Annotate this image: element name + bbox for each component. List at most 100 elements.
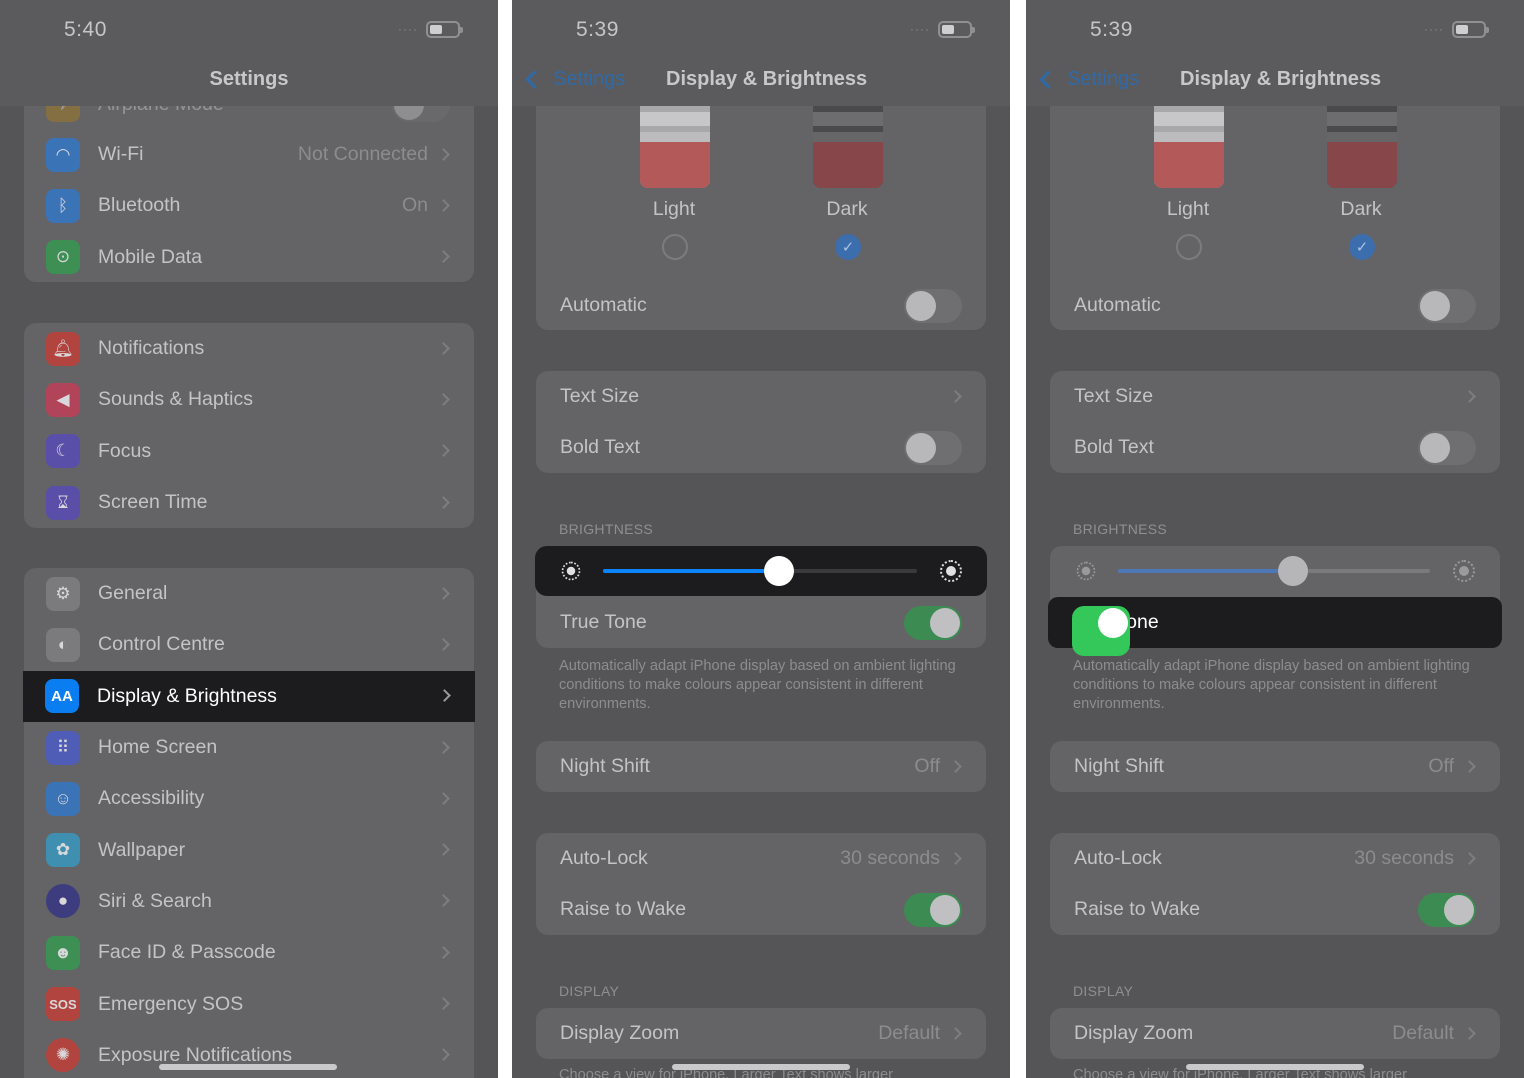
light-label: Light xyxy=(1166,198,1210,220)
night-shift-row[interactable]: Night Shift Off xyxy=(536,741,986,792)
auto-lock-row[interactable]: Auto-Lock 30 seconds xyxy=(1050,833,1500,884)
settings-row-notifications[interactable]: 🔔︎ Notifications xyxy=(24,323,474,374)
automatic-toggle[interactable] xyxy=(1418,288,1476,323)
true-tone-toggle[interactable] xyxy=(904,605,962,640)
row-label: Display Zoom xyxy=(560,1022,680,1045)
settings-row-general[interactable]: ⚙ General xyxy=(24,568,474,619)
automatic-toggle[interactable] xyxy=(904,288,962,323)
settings-row-display-brightness[interactable]: AA Display & Brightness xyxy=(23,670,475,722)
row-value: Off xyxy=(914,755,940,778)
settings-row-wallpaper[interactable]: ✿ Wallpaper xyxy=(24,824,474,875)
raise-to-wake-toggle[interactable] xyxy=(904,892,962,927)
automatic-row: Automatic xyxy=(1050,280,1500,331)
brightness-fill xyxy=(1118,569,1293,573)
sos-icon: SOS xyxy=(46,987,80,1022)
chevron-right-icon xyxy=(1463,759,1476,773)
night-shift-row[interactable]: Night Shift Off xyxy=(1050,741,1500,792)
row-label: Notifications xyxy=(98,337,205,360)
back-label: Settings xyxy=(553,68,626,90)
chevron-right-icon xyxy=(1463,389,1476,403)
chevron-right-icon xyxy=(437,997,450,1010)
row-label: Text Size xyxy=(1074,385,1154,408)
settings-row-siri[interactable]: ● Siri & Search xyxy=(24,876,474,927)
chevron-right-icon xyxy=(437,586,450,600)
raise-to-wake-row: Raise to Wake xyxy=(536,884,986,935)
chevron-left-icon xyxy=(1039,70,1058,89)
dark-mode-preview[interactable] xyxy=(1327,98,1397,188)
brightness-slider[interactable] xyxy=(603,556,917,586)
row-value: Default xyxy=(1392,1022,1454,1045)
home-indicator[interactable] xyxy=(672,1064,850,1070)
text-size-row[interactable]: Text Size xyxy=(1050,371,1500,422)
speaker-icon: ◀︎ xyxy=(46,382,80,417)
status-bar: 5:39 ···· xyxy=(512,0,1010,56)
settings-row-home-screen[interactable]: ⠿ Home Screen xyxy=(24,722,474,773)
status-time: 5:39 xyxy=(1090,18,1133,41)
settings-row-sounds[interactable]: ◀︎ Sounds & Haptics xyxy=(24,374,474,425)
brightness-thumb[interactable] xyxy=(1277,556,1308,586)
home-indicator[interactable] xyxy=(159,1064,337,1070)
dark-radio-checked[interactable]: ✓ xyxy=(835,234,861,260)
chevron-right-icon xyxy=(1463,851,1476,865)
home-indicator[interactable] xyxy=(1186,1064,1364,1070)
auto-lock-row[interactable]: Auto-Lock 30 seconds xyxy=(536,833,986,884)
status-bar: 5:39 ···· xyxy=(1026,0,1524,56)
navigation-bar: 5:40 ···· Settings xyxy=(0,0,498,106)
battery-icon xyxy=(426,21,463,38)
back-button[interactable]: Settings xyxy=(525,68,626,91)
back-button[interactable]: Settings xyxy=(1039,68,1139,91)
bell-icon: 🔔︎ xyxy=(46,331,80,366)
settings-row-accessibility[interactable]: ☺ Accessibility xyxy=(24,773,474,824)
settings-row-bluetooth[interactable]: ᛒ Bluetooth On xyxy=(24,180,474,231)
display-zoom-row[interactable]: Display Zoom Default xyxy=(1050,1008,1500,1059)
bold-text-toggle[interactable] xyxy=(1418,430,1476,465)
dark-mode-preview[interactable] xyxy=(813,98,883,188)
text-group: Text Size Bold Text xyxy=(536,371,986,473)
light-radio[interactable] xyxy=(1176,234,1202,260)
row-label: General xyxy=(98,582,168,605)
text-size-row[interactable]: Text Size xyxy=(536,371,986,422)
settings-row-wifi[interactable]: ◠ Wi-Fi Not Connected xyxy=(24,129,474,180)
brightness-thumb[interactable] xyxy=(763,556,794,586)
settings-row-focus[interactable]: ☾ Focus xyxy=(24,426,474,477)
dark-label: Dark xyxy=(826,198,868,220)
settings-row-emergency-sos[interactable]: SOS Emergency SOS xyxy=(24,978,474,1029)
row-label: Face ID & Passcode xyxy=(98,941,276,964)
text-group: Text Size Bold Text xyxy=(1050,371,1500,473)
page-title: Settings xyxy=(209,68,289,90)
dark-label: Dark xyxy=(1340,198,1382,220)
row-value: On xyxy=(401,194,428,217)
row-label: Auto-Lock xyxy=(1074,847,1162,870)
row-label: Raise to Wake xyxy=(560,898,687,921)
status-bar: 5:40 ···· xyxy=(0,0,498,56)
chevron-right-icon xyxy=(949,389,962,403)
row-value: Not Connected xyxy=(297,143,428,166)
chevron-right-icon xyxy=(437,945,450,959)
settings-row-mobile-data[interactable]: ⊙ Mobile Data xyxy=(24,232,474,283)
row-value: 30 seconds xyxy=(840,847,940,870)
raise-to-wake-toggle[interactable] xyxy=(1418,892,1476,927)
display-header: DISPLAY xyxy=(1073,983,1134,999)
light-mode-preview[interactable] xyxy=(1154,98,1224,188)
row-label: Sounds & Haptics xyxy=(98,388,254,411)
light-radio[interactable] xyxy=(662,234,688,260)
true-tone-row: True Tone xyxy=(536,597,986,648)
bluetooth-icon: ᛒ xyxy=(46,188,80,223)
dark-radio-checked[interactable]: ✓ xyxy=(1349,234,1375,260)
settings-row-face-id[interactable]: ☻ Face ID & Passcode xyxy=(24,927,474,978)
brightness-header: BRIGHTNESS xyxy=(559,521,654,537)
signal-dots-icon: ···· xyxy=(1424,22,1444,36)
notifications-group: 🔔︎ Notifications ◀︎ Sounds & Haptics ☾ F… xyxy=(24,323,474,528)
true-tone-toggle[interactable] xyxy=(1072,605,1130,656)
settings-row-control-centre[interactable]: ◐ Control Centre xyxy=(24,619,474,670)
chevron-right-icon xyxy=(949,851,962,865)
light-mode-preview[interactable] xyxy=(640,98,710,188)
light-label: Light xyxy=(652,198,696,220)
bold-text-toggle[interactable] xyxy=(904,430,962,465)
settings-row-exposure[interactable]: ✺ Exposure Notifications xyxy=(24,1030,474,1078)
chevron-right-icon xyxy=(437,791,450,805)
brightness-slider[interactable] xyxy=(1118,556,1430,586)
chevron-right-icon xyxy=(1463,1026,1476,1040)
display-zoom-row[interactable]: Display Zoom Default xyxy=(536,1008,986,1059)
settings-row-screen-time[interactable]: ⌛︎ Screen Time xyxy=(24,477,474,528)
